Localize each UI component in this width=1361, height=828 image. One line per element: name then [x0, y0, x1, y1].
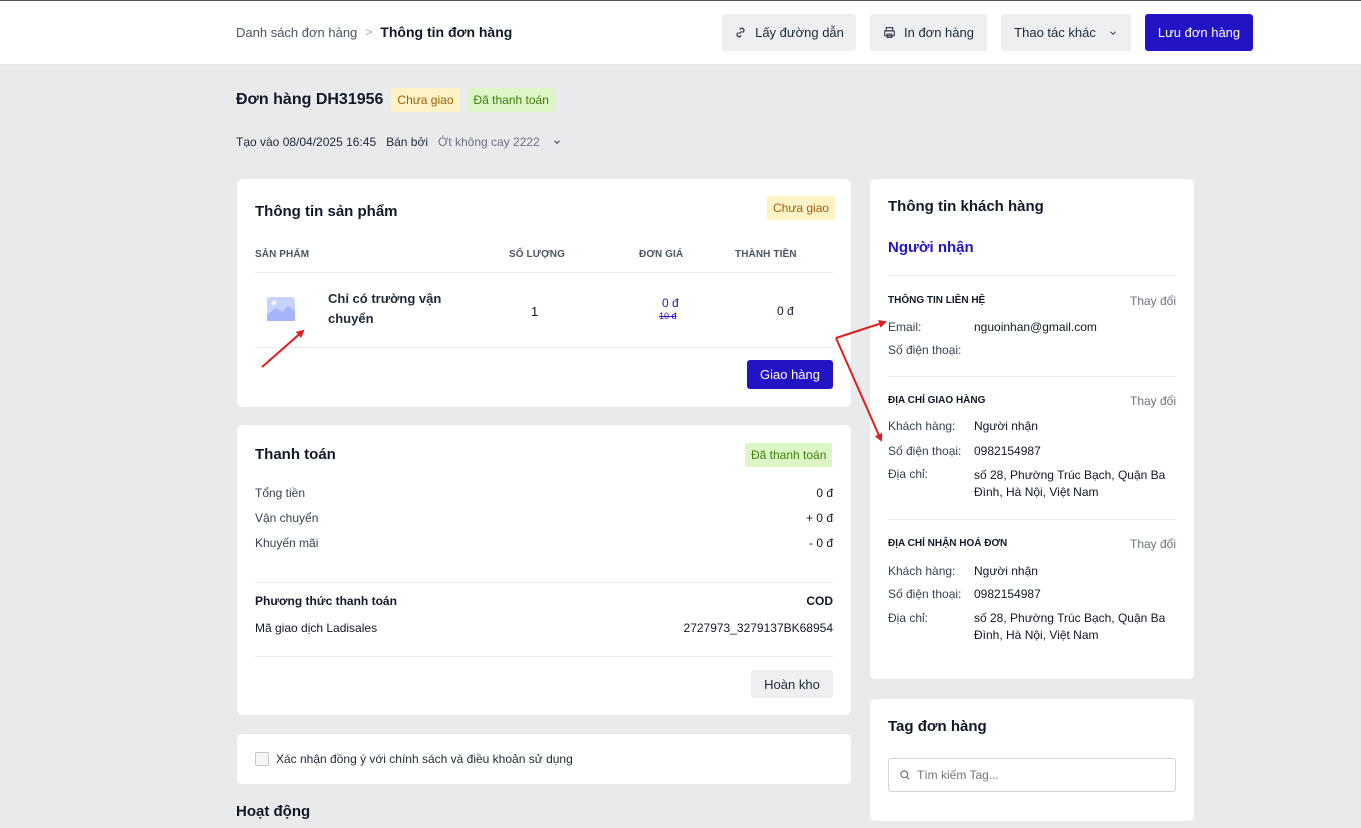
billing-address-label: Địa chỉ:: [888, 611, 929, 625]
divider: [888, 275, 1176, 276]
top-bar: Danh sách đơn hàng > Thông tin đơn hàng …: [0, 0, 1361, 65]
billing-customer-value: Người nhận: [974, 564, 1038, 578]
product-qty: 1: [531, 304, 539, 319]
divider: [255, 347, 833, 348]
tag-card-title: Tag đơn hàng: [888, 718, 987, 735]
ship-button-label: Giao hàng: [760, 367, 820, 382]
product-delivery-badge: Chưa giao: [767, 196, 836, 220]
restock-button[interactable]: Hoàn kho: [751, 670, 833, 698]
billing-address-value: số 28, Phường Trúc Bạch, Quận Ba Đình, H…: [974, 611, 1166, 642]
tag-search-box[interactable]: [888, 758, 1176, 792]
discount-label: Khuyến mãi: [255, 536, 319, 550]
print-order-button[interactable]: In đơn hàng: [870, 14, 987, 51]
transaction-id-label: Mã giao dịch Ladisales: [255, 621, 378, 635]
billing-phone-value: 0982154987: [974, 587, 1041, 601]
order-tag-card: Tag đơn hàng: [870, 699, 1194, 821]
search-icon: [900, 770, 910, 780]
order-title: Đơn hàng DH31956: [236, 91, 384, 108]
more-actions-dropdown[interactable]: Thao tác khác: [1001, 14, 1131, 51]
shipping-address-label: Địa chỉ:: [888, 467, 929, 481]
divider: [255, 582, 833, 583]
get-link-button[interactable]: Lấy đường dẫn: [722, 14, 856, 51]
billing-phone-label: Số điện thoại:: [888, 587, 962, 601]
customer-info-card: Thông tin khách hàng Người nhận THÔNG TI…: [870, 179, 1194, 679]
payment-method-value: COD: [806, 594, 833, 608]
get-link-label: Lấy đường dẫn: [755, 25, 844, 40]
email-label: Email:: [888, 320, 922, 334]
shipping-phone-value: 0982154987: [974, 444, 1041, 458]
payment-card: Thanh toán Đã thanh toán Tổng tiền 0 đ V…: [237, 425, 851, 715]
product-info-card: Thông tin sản phẩm Chưa giao SẢN PHẨM SỐ…: [237, 179, 851, 407]
product-total: 0 đ: [777, 304, 794, 318]
shipping-address-value: số 28, Phường Trúc Bạch, Quận Ba Đình, H…: [974, 468, 1166, 499]
contact-phone-label: Số điện thoại:: [888, 343, 962, 357]
breadcrumb-parent[interactable]: Danh sách đơn hàng: [236, 25, 357, 40]
shipping-value: + 0 đ: [805, 511, 833, 525]
payment-status-badge: Đã thanh toán: [745, 443, 833, 467]
order-header: Đơn hàng DH31956 Chưa giao Đã thanh toán: [236, 88, 555, 112]
save-order-button[interactable]: Lưu đơn hàng: [1145, 14, 1253, 51]
restock-button-label: Hoàn kho: [764, 676, 820, 692]
billing-heading: ĐỊA CHỈ NHẬN HOÁ ĐƠN: [888, 538, 1008, 549]
email-value: nguoinhan@gmail.com: [974, 320, 1097, 334]
print-order-label: In đơn hàng: [904, 25, 974, 40]
chevron-down-icon[interactable]: [552, 137, 562, 147]
payment-method-label: Phương thức thanh toán: [255, 594, 397, 608]
divider: [255, 656, 833, 657]
shipping-label: Vận chuyển: [255, 511, 319, 525]
divider: [888, 519, 1176, 520]
save-order-label: Lưu đơn hàng: [1157, 25, 1241, 40]
seller-select[interactable]: Ớt không cay 2222: [438, 135, 540, 149]
transaction-id-value: 2727973_3279137BK68954: [683, 621, 833, 635]
discount-value: - 0 đ: [808, 536, 833, 550]
sold-by-label: Bán bởi: [386, 135, 429, 149]
shipping-phone-label: Số điện thoại:: [888, 444, 962, 458]
breadcrumb-current: Thông tin đơn hàng: [380, 24, 513, 40]
product-name[interactable]: Chỉ có trường vận chuyển: [328, 289, 468, 329]
image-placeholder-icon: [267, 297, 295, 321]
divider: [888, 376, 1176, 377]
divider: [255, 272, 833, 273]
customer-card-title: Thông tin khách hàng: [888, 198, 1044, 215]
col-qty: SỐ LƯỢNG: [509, 249, 565, 260]
contact-change-link[interactable]: Thay đổi: [1130, 294, 1176, 308]
tag-search-input[interactable]: [917, 768, 1157, 782]
shipping-customer-value: Người nhận: [974, 419, 1038, 433]
shipping-change-link[interactable]: Thay đổi: [1130, 394, 1176, 408]
more-actions-label: Thao tác khác: [1014, 25, 1096, 40]
total-value: 0 đ: [816, 486, 833, 500]
activity-title: Hoạt động: [236, 803, 311, 820]
billing-customer-label: Khách hàng:: [888, 564, 956, 578]
contact-heading: THÔNG TIN LIÊN HỆ: [888, 295, 986, 306]
breadcrumb: Danh sách đơn hàng > Thông tin đơn hàng: [236, 24, 512, 40]
terms-label[interactable]: Xác nhận đồng ý với chính sách và điều k…: [276, 752, 573, 766]
terms-checkbox[interactable]: [255, 752, 269, 766]
total-label: Tổng tiền: [255, 486, 306, 500]
shipping-heading: ĐỊA CHỈ GIAO HÀNG: [888, 395, 986, 406]
col-total: THÀNH TIỀN: [735, 249, 797, 260]
billing-change-link[interactable]: Thay đổi: [1130, 537, 1176, 551]
shipping-customer-label: Khách hàng:: [888, 419, 956, 433]
chevron-down-icon: [1109, 30, 1116, 35]
created-at: Tạo vào 08/04/2025 16:45: [236, 135, 377, 149]
link-icon: [736, 27, 745, 38]
breadcrumb-separator-icon: >: [365, 25, 373, 39]
product-card-title: Thông tin sản phẩm: [255, 203, 398, 220]
payment-status-badge: Đã thanh toán: [467, 88, 555, 112]
delivery-status-badge: Chưa giao: [391, 88, 460, 112]
printer-icon: [884, 27, 895, 38]
product-old-price: 10 đ: [659, 311, 677, 321]
order-meta: Tạo vào 08/04/2025 16:45 Bán bởi Ớt khôn…: [236, 135, 562, 149]
ship-button[interactable]: Giao hàng: [747, 360, 833, 389]
payment-card-title: Thanh toán: [255, 446, 336, 463]
col-product: SẢN PHẨM: [255, 249, 310, 260]
customer-name[interactable]: Người nhận: [888, 239, 974, 256]
col-price: ĐƠN GIÁ: [639, 249, 684, 260]
terms-card: Xác nhận đồng ý với chính sách và điều k…: [237, 734, 851, 784]
